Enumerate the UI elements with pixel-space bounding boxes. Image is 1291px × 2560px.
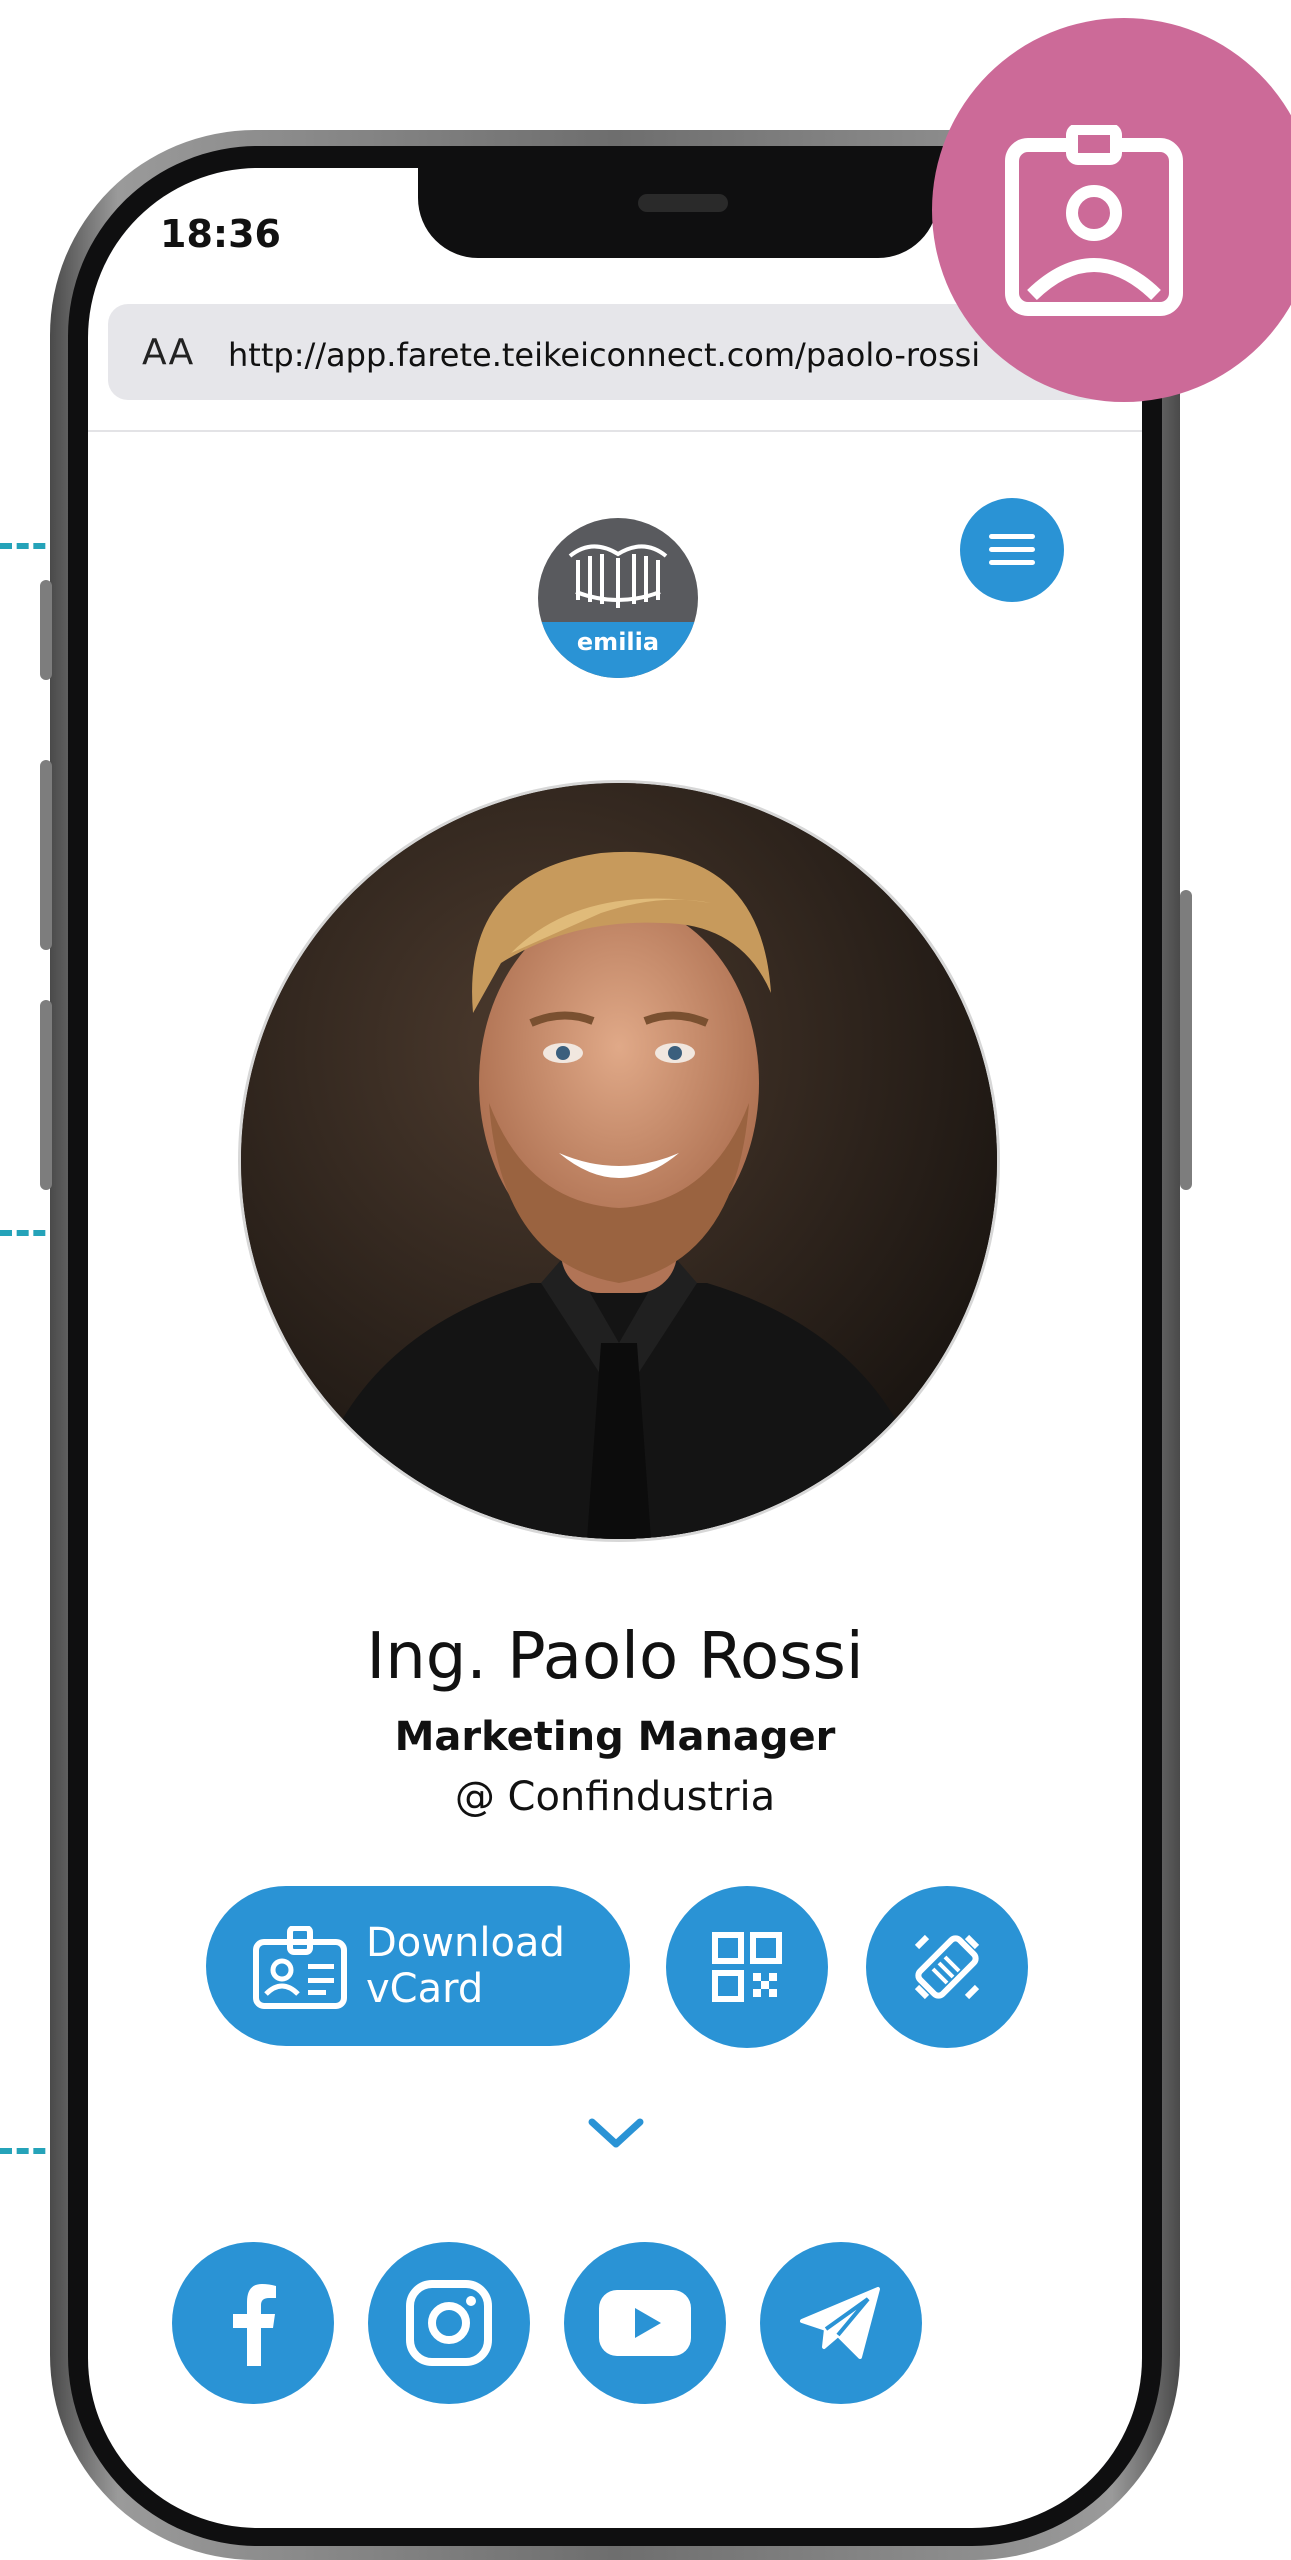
side-button-volume-up [40,760,52,950]
qr-code-button[interactable] [666,1886,828,2048]
notch-speaker [638,194,728,212]
facebook-button[interactable] [172,2242,334,2404]
download-vcard-button[interactable]: Download vCard [206,1886,630,2046]
qr-code-icon [712,1932,782,2002]
address-divider [88,430,1142,432]
menu-button[interactable] [960,498,1064,602]
contact-card-icon [253,1926,347,2009]
youtube-button[interactable] [564,2242,726,2404]
emilia-logo: emilia [538,518,698,678]
notch [418,168,938,258]
url-text[interactable]: http://app.farete.teikeiconnect.com/paol… [228,336,980,374]
side-button-volume-down [40,1000,52,1190]
id-badge-icon [1005,125,1183,316]
handshake-button[interactable] [866,1886,1028,2048]
instagram-icon [406,2280,492,2366]
profile-name: Ing. Paolo Rossi [366,1620,864,1694]
text-size-button[interactable]: AA [142,332,194,373]
telegram-icon [800,2287,880,2359]
logo-text: emilia [576,628,660,656]
youtube-icon [599,2290,691,2356]
profile-company: @ Confindustria [454,1774,776,1820]
side-button-mute [40,580,52,680]
download-vcard-label: Download vCard [366,1920,565,2012]
portrait-illustration [241,783,997,1539]
handshake-icon [914,1934,980,2000]
profile-photo [238,780,1000,1542]
phone-screen: 18:36 AA http://app.farete.teikeiconnect… [88,168,1142,2528]
hamburger-menu-icon [989,534,1035,565]
instagram-button[interactable] [368,2242,530,2404]
facebook-icon [233,2284,276,2366]
telegram-button[interactable] [760,2242,922,2404]
eagle-emblem-icon [568,544,668,608]
status-time: 18:36 [160,212,281,256]
chevron-down-icon[interactable] [586,2116,646,2152]
profile-job-title: Marketing Manager [394,1714,836,1760]
side-button-power [1180,890,1192,1190]
